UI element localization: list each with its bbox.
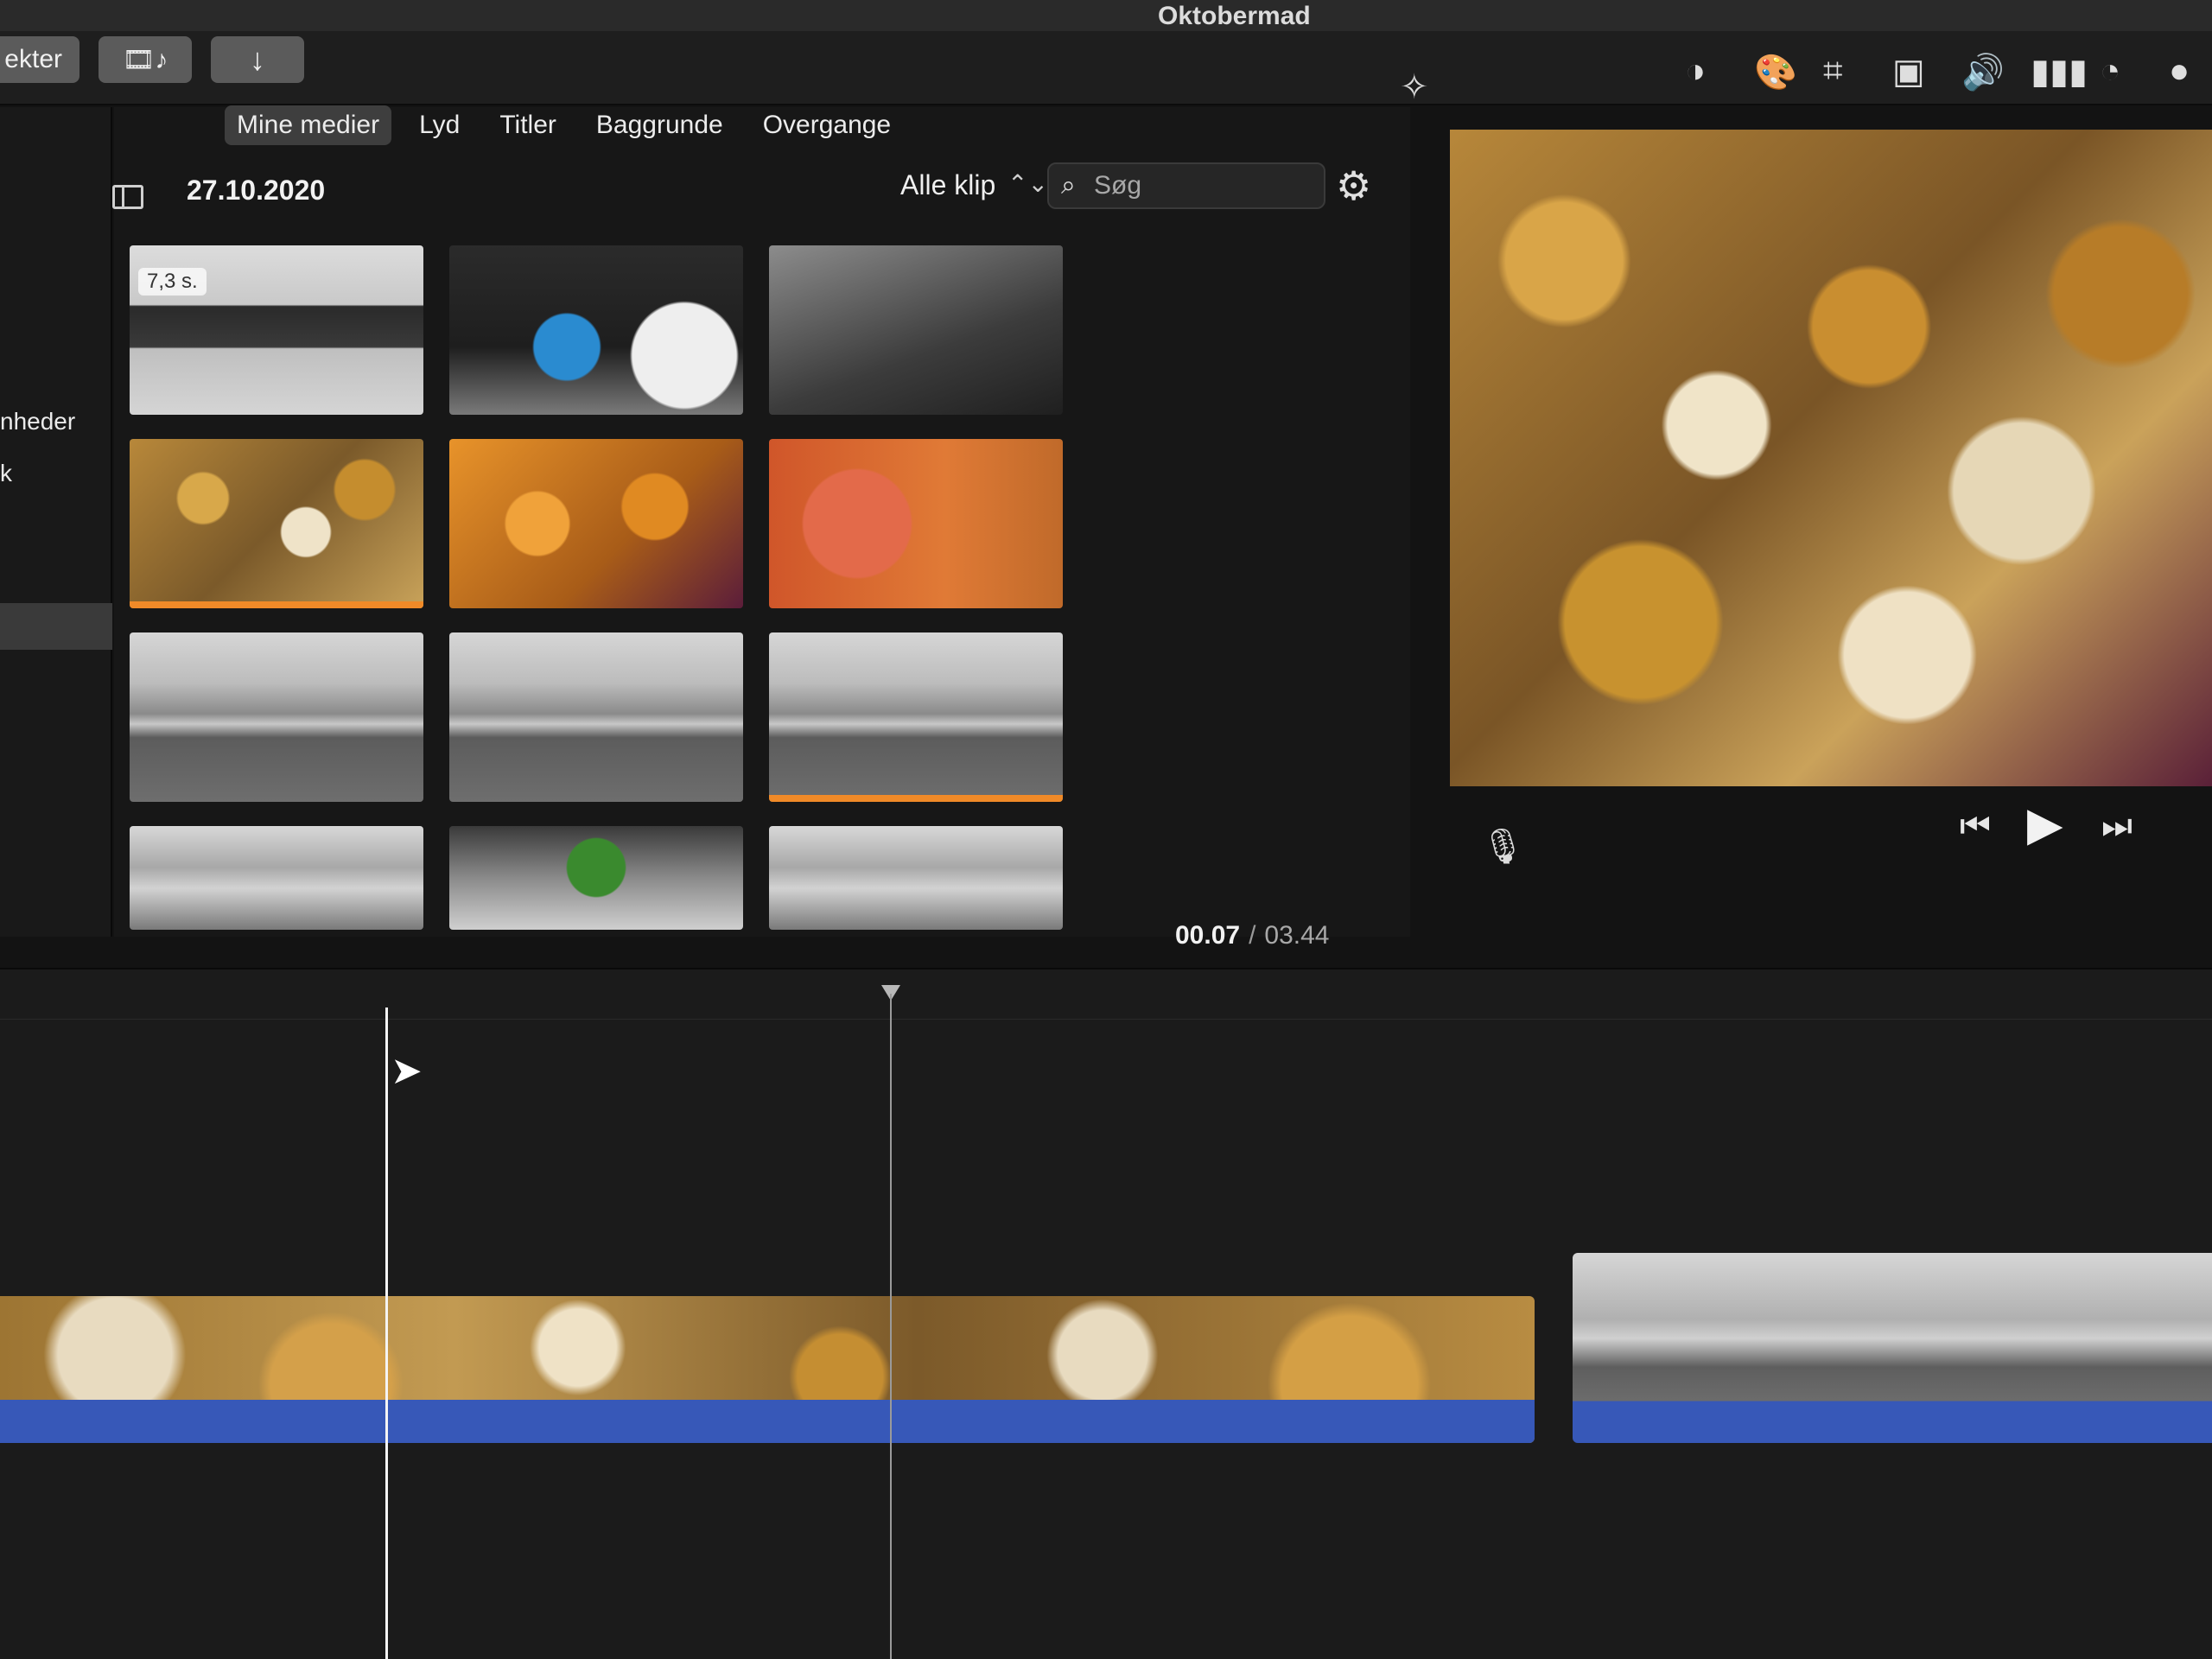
- projects-button[interactable]: ekter: [0, 36, 79, 83]
- search-field[interactable]: ⌕: [1047, 162, 1325, 209]
- used-clip-indicator: [769, 795, 1063, 802]
- clip-grid: 7,3 s.: [130, 245, 1063, 930]
- crop-icon[interactable]: ⌗: [1823, 52, 1843, 91]
- clip-thumbnail[interactable]: [449, 439, 743, 608]
- film-music-icon: 🎞♪: [122, 45, 168, 74]
- timecode-total: 03.44: [1264, 921, 1330, 950]
- mouse-cursor-icon: ➤: [391, 1050, 423, 1092]
- event-date: 27.10.2020: [187, 175, 326, 206]
- filter-icon[interactable]: ●: [2169, 52, 2190, 91]
- browser-bar: 27.10.2020 Alle klip ⌃⌄ ⌕ ⚙: [0, 162, 1400, 225]
- clip-thumbnail[interactable]: [449, 826, 743, 930]
- download-arrow-icon: ↓: [250, 41, 265, 77]
- tab-backgrounds[interactable]: Baggrunde: [584, 105, 735, 145]
- sidebar-selected-item[interactable]: [0, 603, 112, 650]
- clip-thumbnail[interactable]: [769, 632, 1063, 802]
- clip-thumbnail[interactable]: [130, 439, 423, 608]
- speed-icon[interactable]: ◔: [2100, 52, 2120, 91]
- video-viewer[interactable]: [1450, 130, 2212, 786]
- color-balance-icon[interactable]: ◑: [1685, 52, 1706, 91]
- audio-waveform: [0, 1400, 1535, 1443]
- sidebar-item-events[interactable]: nheder: [0, 408, 75, 435]
- search-icon: ⌕: [1061, 171, 1076, 200]
- clip-thumbnail[interactable]: [769, 245, 1063, 415]
- title-bar: Oktobermad: [0, 0, 2212, 31]
- used-clip-indicator: [130, 601, 423, 608]
- tab-titles[interactable]: Titler: [487, 105, 569, 145]
- gear-icon[interactable]: ⚙: [1336, 162, 1371, 209]
- clip-thumbnail[interactable]: [449, 245, 743, 415]
- chevron-updown-icon[interactable]: ⌃⌄: [1007, 169, 1048, 198]
- play-icon[interactable]: ▶: [2027, 797, 2063, 851]
- stabilization-icon[interactable]: ▣: [1892, 52, 1925, 92]
- import-button[interactable]: ↓: [211, 36, 304, 83]
- clip-thumbnail[interactable]: [130, 826, 423, 930]
- timecode: 00.07 / 03.44: [1175, 921, 1330, 950]
- clip-duration-badge: 7,3 s.: [138, 268, 207, 296]
- browser-tabs: Mine medier Lyd Titler Baggrunde Overgan…: [225, 105, 903, 145]
- timeline-clip[interactable]: [1573, 1253, 2212, 1443]
- media-button[interactable]: 🎞♪: [99, 36, 192, 83]
- playhead[interactable]: [385, 1007, 388, 1659]
- sidebar-toggle-icon[interactable]: [112, 185, 143, 209]
- viewer-toolbar: ◑ 🎨 ⌗ ▣ 🔊 ▮▮▮ ◔ ●: [1400, 52, 2212, 121]
- clip-thumbnail[interactable]: 7,3 s.: [130, 245, 423, 415]
- clip-filter-select[interactable]: Alle klip: [900, 169, 995, 201]
- skip-forward-icon[interactable]: ⏭: [2101, 807, 2133, 846]
- timeline-clip[interactable]: [0, 1296, 1535, 1443]
- equalizer-icon[interactable]: ▮▮▮: [2031, 52, 2088, 92]
- window-title: Oktobermad: [1158, 2, 1311, 30]
- tab-transitions[interactable]: Overgange: [751, 105, 903, 145]
- clip-thumbnail[interactable]: [449, 632, 743, 802]
- library-sidebar: nheder k: [0, 107, 112, 937]
- sidebar-item-library[interactable]: k: [0, 460, 12, 487]
- timeline-ruler[interactable]: [0, 994, 2212, 1020]
- tab-my-media[interactable]: Mine medier: [225, 105, 392, 145]
- skip-back-icon[interactable]: ⏮: [1960, 807, 1991, 846]
- tab-audio[interactable]: Lyd: [407, 105, 472, 145]
- volume-icon[interactable]: 🔊: [1961, 52, 2005, 92]
- clip-thumbnail[interactable]: [130, 632, 423, 802]
- color-palette-icon[interactable]: 🎨: [1754, 52, 1797, 92]
- clip-thumbnail[interactable]: [769, 826, 1063, 930]
- timecode-current: 00.07: [1175, 921, 1241, 950]
- timecode-separator: /: [1249, 921, 1256, 950]
- clip-thumbnail[interactable]: [769, 439, 1063, 608]
- microphone-icon[interactable]: 🎙: [1481, 826, 1525, 867]
- search-input[interactable]: [1094, 169, 1310, 202]
- skimmer-line: [890, 994, 892, 1659]
